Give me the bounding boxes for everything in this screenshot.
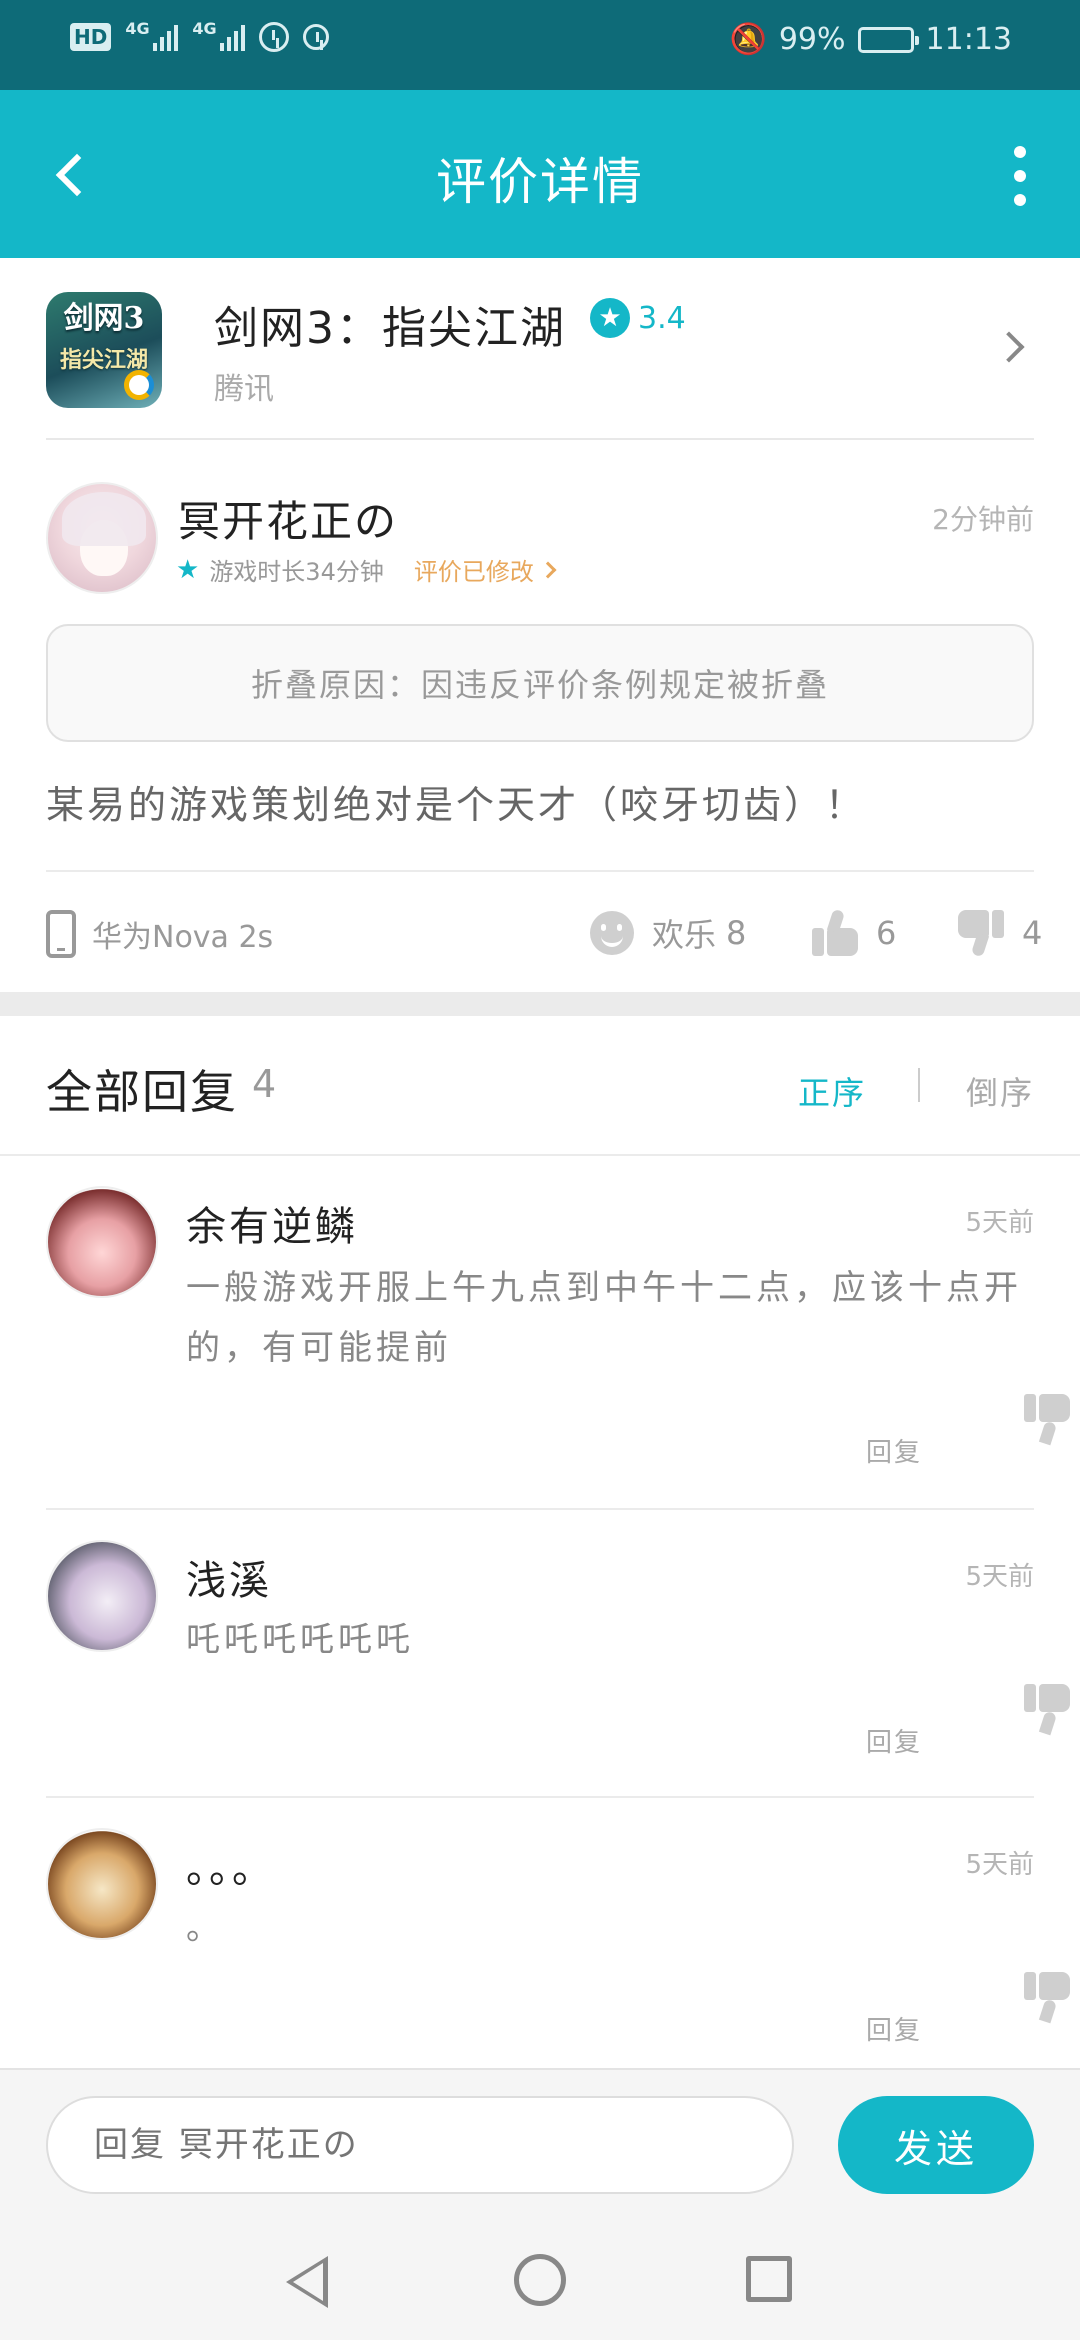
like-button[interactable]: 6 <box>812 908 897 956</box>
more-menu-button[interactable] <box>1000 146 1040 206</box>
dislike-button[interactable]: 4 <box>958 910 1043 958</box>
game-publisher: 腾讯 <box>214 372 274 407</box>
phone-icon <box>46 910 76 958</box>
send-button[interactable]: 发送 <box>838 2096 1034 2194</box>
signal-icon-2: 4G <box>192 19 246 51</box>
nav-home-icon[interactable] <box>514 2254 566 2306</box>
timer-icon <box>303 24 330 50</box>
review-meta: ★ 游戏时长34分钟 评价已修改 <box>176 552 557 587</box>
alarm-icon <box>259 22 290 52</box>
reply-button[interactable]: 回复 <box>866 1432 922 1469</box>
funny-button[interactable]: 欢乐 8 <box>590 910 746 956</box>
thumb-up-icon <box>812 908 858 956</box>
play-time: 游戏时长34分钟 <box>209 558 384 586</box>
signal-icon: 4G <box>125 19 179 51</box>
chevron-right-icon <box>539 561 557 578</box>
battery-icon <box>857 26 919 53</box>
reply-time: 5天前 <box>965 1562 1034 1592</box>
fold-reason-box: 折叠原因：因违反评价条例规定被折叠 <box>46 624 1034 742</box>
sort-ascending-tab[interactable]: 正序 <box>798 1068 866 1114</box>
nav-back-icon[interactable] <box>286 2256 328 2308</box>
tencent-logo-icon <box>124 370 154 400</box>
device-name: 华为Nova 2s <box>92 920 274 955</box>
star-icon: ★ <box>176 554 200 585</box>
avatar[interactable] <box>46 1540 158 1652</box>
review-card: 冥开花正の 2分钟前 ★ 游戏时长34分钟 评价已修改 折叠原因：因违反评价条例… <box>0 440 1080 992</box>
nav-recent-icon[interactable] <box>746 2256 792 2302</box>
device-info: 华为Nova 2s <box>46 910 273 958</box>
avatar[interactable] <box>46 1186 158 1298</box>
status-right-icons: 🔕 99% 11:13 <box>729 22 1012 57</box>
reply-button[interactable]: 回复 <box>866 1722 922 1759</box>
network-type-label-2: 4G <box>192 19 217 38</box>
chevron-right-icon <box>993 331 1025 363</box>
reply-time: 5天前 <box>965 1850 1034 1880</box>
review-footer: 华为Nova 2s 欢乐 8 6 4 <box>0 872 1080 992</box>
rating-value: 3.4 <box>638 300 686 336</box>
edited-label: 评价已修改 <box>413 558 534 586</box>
status-left-icons: HD 4G 4G <box>70 19 330 52</box>
page-title: 评价详情 <box>436 153 644 211</box>
reply-input[interactable] <box>46 2096 794 2194</box>
app-bar: 评价详情 <box>0 90 1080 258</box>
reply-author[interactable]: 余有逆鳞 <box>186 1194 358 1252</box>
reply-item: 余有逆鳞 5天前 一般游戏开服上午九点到中午十二点，应该十点开的，有可能提前 回… <box>0 1156 1080 1510</box>
system-nav-bar <box>0 2218 1080 2340</box>
section-separator <box>0 992 1080 1016</box>
reply-content: 吒吒吒吒吒吒 <box>186 1620 414 1660</box>
like-count: 6 <box>876 914 897 952</box>
reply-content: 。 <box>186 1908 224 1948</box>
avatar[interactable] <box>46 1828 158 1940</box>
status-bar: HD 4G 4G 🔕 99% 11:13 <box>0 0 1080 90</box>
battery-percent: 99% <box>778 22 846 57</box>
reply-item: 浅溪 5天前 吒吒吒吒吒吒 回复 <box>0 1510 1080 1798</box>
replies-title: 全部回复 <box>46 1065 238 1119</box>
reply-item: 。。。 5天前 。 回复 <box>0 1798 1080 2068</box>
thumb-down-icon <box>958 910 1004 958</box>
dislike-count: 4 <box>1022 914 1043 952</box>
game-info-row[interactable]: 剑网3 指尖江湖 剑网3：指尖江湖 ★ 3.4 腾讯 <box>0 258 1080 440</box>
hd-badge: HD <box>70 23 112 51</box>
replies-count: 4 <box>252 1062 277 1106</box>
sort-divider <box>918 1068 920 1102</box>
replies-header: 全部回复 4 正序 倒序 <box>0 1016 1080 1156</box>
avatar[interactable] <box>46 482 158 594</box>
funny-count: 8 <box>726 914 747 952</box>
reply-button[interactable]: 回复 <box>866 2010 922 2047</box>
game-logo-text: 剑网3 <box>63 301 145 336</box>
mute-bell-icon: 🔕 <box>729 22 767 57</box>
review-content: 某易的游戏策划绝对是个天才（咬牙切齿）！ <box>46 783 867 827</box>
edited-link[interactable]: 评价已修改 <box>413 552 557 587</box>
reviewer-name[interactable]: 冥开花正の <box>178 488 398 549</box>
game-logo: 剑网3 指尖江湖 <box>46 292 162 408</box>
star-icon: ★ <box>590 298 630 338</box>
network-type-label: 4G <box>125 19 150 38</box>
smile-icon <box>590 911 634 955</box>
review-time: 2分钟前 <box>932 503 1034 536</box>
game-name: 剑网3：指尖江湖 <box>214 303 566 354</box>
sort-descending-tab[interactable]: 倒序 <box>966 1068 1034 1114</box>
reply-content: 一般游戏开服上午九点到中午十二点，应该十点开的，有可能提前 <box>186 1268 1022 1368</box>
clock: 11:13 <box>925 22 1012 57</box>
reply-time: 5天前 <box>965 1208 1034 1238</box>
game-rating: ★ 3.4 <box>590 298 686 338</box>
reply-author[interactable]: 浅溪 <box>186 1548 272 1606</box>
reply-input-bar: 发送 <box>0 2068 1080 2218</box>
reply-author[interactable]: 。。。 <box>186 1836 275 1894</box>
more-vertical-icon <box>1014 146 1026 158</box>
funny-label: 欢乐 <box>652 916 717 954</box>
